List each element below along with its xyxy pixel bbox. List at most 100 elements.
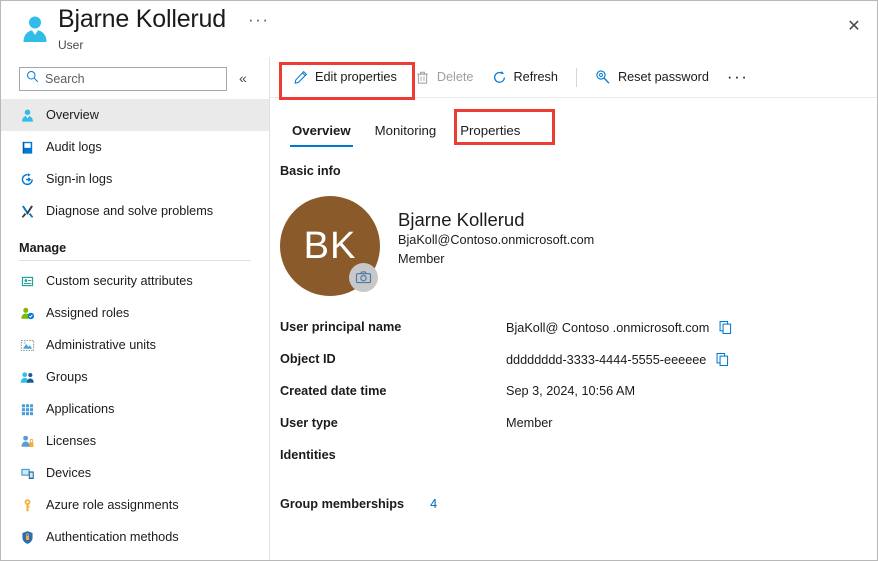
admin-units-icon — [19, 337, 36, 354]
tab-strip: Overview Monitoring Properties — [270, 109, 877, 147]
more-commands-icon[interactable]: ··· — [718, 63, 757, 91]
sidebar: « Overview Audit logs — [1, 57, 270, 560]
sidebar-item-overview[interactable]: Overview — [1, 99, 269, 131]
tab-monitoring[interactable]: Monitoring — [363, 123, 449, 147]
property-row-created-date-time: Created date time Sep 3, 2024, 10:56 AM — [280, 384, 877, 416]
profile-user-type: Member — [398, 252, 445, 266]
sidebar-item-licenses[interactable]: Licenses — [1, 425, 269, 457]
edit-properties-button[interactable]: Edit properties — [284, 63, 406, 91]
delete-label: Delete — [436, 70, 474, 84]
sidebar-item-label: Custom security attributes — [46, 274, 193, 288]
reset-password-label: Reset password — [617, 70, 709, 84]
property-value-wrapper: dddddddd-3333-4444-5555-eeeeee — [506, 352, 730, 367]
sidebar-group-divider — [19, 260, 251, 261]
sidebar-item-sign-in-logs[interactable]: Sign-in logs — [1, 163, 269, 195]
edit-properties-label: Edit properties — [315, 70, 397, 84]
sidebar-group-manage-label: Manage — [19, 241, 67, 255]
profile-name: Bjarne Kollerud — [398, 209, 525, 230]
property-row-user-principal-name: User principal name BjaKoll@ Contoso .on… — [280, 320, 877, 352]
command-bar: Edit properties Delete Refresh Reset pas… — [270, 57, 877, 98]
applications-icon — [19, 401, 36, 418]
sidebar-item-label: Groups — [46, 370, 88, 384]
title-block: Bjarne Kollerud User — [58, 2, 226, 52]
audit-log-icon — [19, 139, 36, 156]
avatar-wrapper: BK — [280, 196, 380, 296]
sidebar-item-assigned-roles[interactable]: Assigned roles — [1, 297, 269, 329]
page-title: Bjarne Kollerud — [58, 5, 226, 33]
group-memberships-row: Group memberships 4 — [280, 497, 877, 511]
sign-in-icon — [19, 171, 36, 188]
group-memberships-label: Group memberships — [280, 497, 405, 511]
property-value-wrapper: BjaKoll@ Contoso .onmicrosoft.com — [506, 320, 733, 335]
roles-icon — [19, 305, 36, 322]
copy-icon[interactable] — [715, 352, 730, 367]
sidebar-item-diagnose-and-solve-problems[interactable]: Diagnose and solve problems — [1, 195, 269, 227]
sidebar-item-label: Administrative units — [46, 338, 156, 352]
sidebar-item-label: Sign-in logs — [46, 172, 113, 186]
property-key: User type — [280, 416, 338, 430]
user-icon — [19, 13, 51, 45]
sidebar-item-label: Applications — [46, 402, 115, 416]
search-input[interactable] — [39, 71, 220, 87]
trash-icon — [415, 70, 430, 85]
section-title-basic-info: Basic info — [280, 164, 341, 178]
sidebar-item-azure-role-assignments[interactable]: Azure role assignments — [1, 489, 269, 521]
sidebar-item-label: Audit logs — [46, 140, 102, 154]
properties-list: User principal name BjaKoll@ Contoso .on… — [280, 320, 877, 511]
sidebar-item-label: Diagnose and solve problems — [46, 204, 214, 218]
sidebar-item-groups[interactable]: Groups — [1, 361, 269, 393]
profile-block: BK Bjarne Kollerud BjaKoll@Contoso.onmic… — [280, 196, 877, 296]
sidebar-item-applications[interactable]: Applications — [1, 393, 269, 425]
property-key: Object ID — [280, 352, 336, 366]
search-icon — [26, 70, 39, 88]
sidebar-item-administrative-units[interactable]: Administrative units — [1, 329, 269, 361]
copy-icon[interactable] — [718, 320, 733, 335]
reset-password-key-icon — [595, 69, 611, 85]
blade-header: Bjarne Kollerud User ··· ✕ — [1, 1, 877, 57]
property-value: dddddddd-3333-4444-5555-eeeeee — [506, 352, 707, 367]
sidebar-item-label: Overview — [46, 108, 99, 122]
sidebar-item-authentication-methods[interactable]: Authentication methods — [1, 521, 269, 553]
sidebar-item-devices[interactable]: Devices — [1, 457, 269, 489]
close-icon[interactable]: ✕ — [839, 11, 869, 41]
wrench-icon — [19, 203, 36, 220]
refresh-label: Refresh — [513, 70, 558, 84]
command-separator — [575, 67, 577, 87]
sidebar-item-label: Licenses — [46, 434, 97, 448]
collapse-sidebar-icon[interactable]: « — [239, 70, 247, 86]
header-more-icon[interactable]: ··· — [248, 11, 269, 28]
sidebar-search-row: « — [1, 57, 269, 99]
shield-icon — [19, 529, 36, 546]
property-value: Sep 3, 2024, 10:56 AM — [506, 384, 636, 398]
profile-upn: BjaKoll@Contoso.onmicrosoft.com — [398, 233, 595, 247]
refresh-icon — [492, 70, 507, 85]
property-value: Member — [506, 416, 553, 430]
sidebar-item-custom-security-attributes[interactable]: Custom security attributes — [1, 265, 269, 297]
attributes-icon — [19, 273, 36, 290]
search-box[interactable] — [19, 67, 227, 91]
page-subtitle: User — [58, 38, 84, 52]
refresh-button[interactable]: Refresh — [483, 63, 567, 91]
devices-icon — [19, 465, 36, 482]
property-value: BjaKoll@ Contoso .onmicrosoft.com — [506, 320, 710, 335]
group-memberships-count-link[interactable]: 4 — [430, 497, 437, 511]
reset-password-button[interactable]: Reset password — [586, 63, 718, 91]
property-key: User principal name — [280, 320, 402, 334]
delete-button: Delete — [406, 63, 483, 91]
sidebar-item-label: Azure role assignments — [46, 498, 179, 512]
property-row-object-id: Object ID dddddddd-3333-4444-5555-eeeeee — [280, 352, 877, 384]
sidebar-item-audit-logs[interactable]: Audit logs — [1, 131, 269, 163]
licenses-icon — [19, 433, 36, 450]
pencil-icon — [293, 70, 308, 85]
camera-icon[interactable] — [349, 263, 378, 292]
user-icon — [19, 107, 36, 124]
content-area: Edit properties Delete Refresh Reset pas… — [270, 57, 877, 560]
user-blade: Bjarne Kollerud User ··· ✕ « — [0, 0, 878, 561]
property-row-user-type: User type Member — [280, 416, 877, 448]
property-key: Identities — [280, 448, 336, 462]
property-row-identities: Identities — [280, 448, 877, 480]
property-key: Created date time — [280, 384, 387, 398]
tab-properties[interactable]: Properties — [448, 123, 532, 147]
tab-overview[interactable]: Overview — [280, 123, 363, 147]
profile-text: Bjarne Kollerud BjaKoll@Contoso.onmicros… — [398, 208, 594, 269]
